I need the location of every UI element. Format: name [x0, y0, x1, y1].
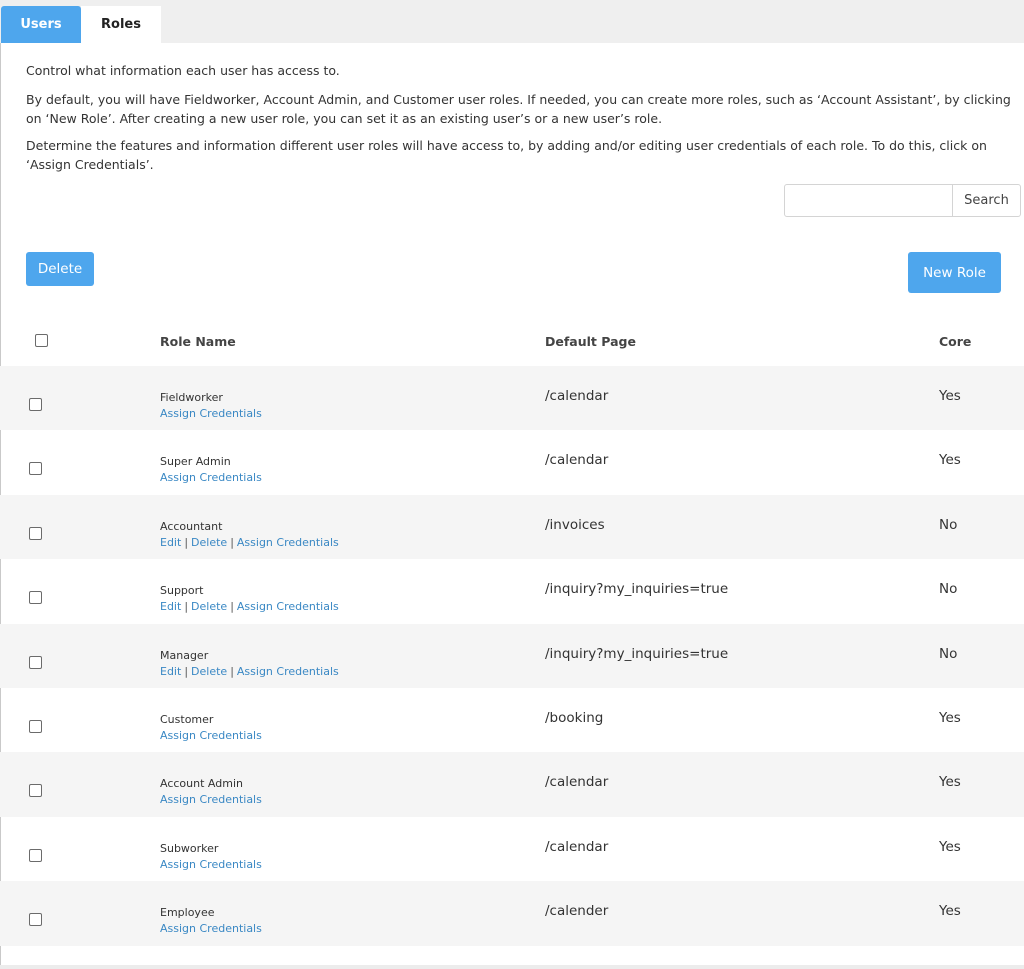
header-default-page: Default Page [545, 334, 636, 349]
search-input[interactable] [785, 185, 952, 216]
role-actions: Assign Credentials [160, 471, 262, 484]
default-page-cell: /calender [545, 903, 609, 920]
tab-bar: Users Roles [0, 0, 1024, 43]
core-cell: No [939, 645, 958, 662]
row-checkbox[interactable] [29, 655, 42, 669]
search-box: Search [784, 184, 1021, 217]
assign-credentials-link[interactable]: Assign Credentials [237, 665, 339, 678]
role-name: Account Admin [160, 777, 243, 791]
role-name: Super Admin [160, 455, 231, 469]
core-cell: Yes [939, 774, 961, 791]
edit-role-link[interactable]: Edit [160, 665, 181, 678]
action-separator: | [184, 535, 189, 549]
role-name: Customer [160, 713, 214, 726]
table-row: Subworker Assign Credentials/calendar Yes [0, 817, 1024, 881]
row-checkbox[interactable] [29, 913, 42, 927]
row-checkbox[interactable] [29, 591, 42, 605]
description-intro: Control what information each user has a… [26, 63, 340, 78]
header-core: Core [939, 334, 972, 349]
role-actions: Assign Credentials [160, 793, 262, 806]
table-row: Support Edit | Delete | Assign Credentials/in… [0, 559, 1024, 623]
action-separator: | [184, 600, 189, 614]
table-bottom-border [0, 965, 1024, 969]
role-name: Manager [160, 648, 209, 662]
row-checkbox[interactable] [29, 462, 42, 476]
table-row: Manager Edit | Delete | Assign Credentials/in… [0, 623, 1024, 688]
core-cell: Yes [939, 452, 961, 469]
role-actions: Assign Credentials [160, 729, 262, 742]
row-checkbox[interactable] [29, 848, 42, 862]
core-cell: Yes [939, 388, 961, 404]
assign-credentials-link[interactable]: Assign Credentials [160, 858, 262, 871]
description-default-roles: By default, you will have Fieldworker, A… [26, 92, 1011, 126]
default-page-cell: /calendar [545, 774, 609, 791]
action-separator: | [184, 664, 189, 678]
select-all-checkbox[interactable] [35, 334, 48, 347]
role-actions: Assign Credentials [160, 858, 262, 871]
core-cell: No [939, 581, 958, 598]
table-row: Customer Assign Credentials/booking Yes [0, 688, 1024, 752]
assign-credentials-link[interactable]: Assign Credentials [160, 407, 262, 420]
row-checkbox[interactable] [29, 526, 42, 540]
default-page-cell: /inquiry?my_inquiries=true [545, 645, 729, 662]
assign-credentials-link[interactable]: Assign Credentials [160, 471, 262, 484]
delete-role-link[interactable]: Delete [191, 536, 227, 549]
core-cell: Yes [939, 838, 961, 855]
core-cell: No [939, 516, 958, 533]
role-name: Accountant [160, 519, 223, 533]
edit-role-link[interactable]: Edit [160, 536, 181, 549]
default-page-cell: /inquiry?my_inquiries=true [545, 581, 729, 598]
assign-credentials-link[interactable]: Assign Credentials [160, 793, 262, 806]
role-name: Subworker [160, 841, 219, 855]
table-row: Accountant Edit | Delete | Assign Credentials… [0, 494, 1024, 560]
tab-roles[interactable]: Roles [81, 6, 161, 43]
delete-role-link[interactable]: Delete [191, 600, 227, 613]
core-cell: Yes [939, 903, 961, 920]
action-separator: | [230, 664, 234, 678]
assign-credentials-link[interactable]: Assign Credentials [160, 922, 262, 935]
row-checkbox[interactable] [29, 398, 42, 411]
role-actions: Edit | Delete | Assign Credentials [160, 536, 339, 549]
role-actions: Edit | Delete | Assign Credentials [160, 665, 339, 678]
role-name: Support [160, 584, 204, 598]
header-role-name: Role Name [160, 334, 236, 349]
default-page-cell: /invoices [545, 516, 605, 533]
table-header: Role Name Default Page Core [0, 318, 1024, 366]
table-row: Super Admin Assign Credentials/calendar Ye… [0, 430, 1024, 494]
role-actions: Edit | Delete | Assign Credentials [160, 600, 339, 613]
edit-role-link[interactable]: Edit [160, 600, 181, 613]
search-button[interactable]: Search [952, 185, 1020, 216]
tab-users[interactable]: Users [1, 6, 81, 43]
row-checkbox[interactable] [29, 720, 42, 733]
table-row: Employee Assign Credentials/calender Yes [0, 881, 1024, 946]
default-page-cell: /calendar [545, 452, 609, 469]
role-actions: Assign Credentials [160, 407, 262, 420]
table-row: Account Admin Assign Credentials/calendar… [0, 752, 1024, 817]
description-credentials: Determine the features and information d… [26, 138, 987, 172]
assign-credentials-link[interactable]: Assign Credentials [237, 600, 339, 613]
role-actions: Assign Credentials [160, 922, 262, 935]
table-row: Fieldworker Assign Credentials/calendar Ye… [0, 366, 1024, 431]
delete-button[interactable]: Delete [26, 252, 94, 286]
delete-role-link[interactable]: Delete [191, 665, 227, 678]
default-page-cell: /calendar [545, 388, 609, 404]
action-separator: | [230, 600, 234, 614]
role-name: Fieldworker [160, 391, 223, 404]
assign-credentials-link[interactable]: Assign Credentials [160, 729, 262, 742]
assign-credentials-link[interactable]: Assign Credentials [237, 536, 339, 549]
row-checkbox[interactable] [29, 784, 42, 798]
action-separator: | [230, 535, 234, 549]
default-page-cell: /calendar [545, 838, 609, 855]
default-page-cell: /booking [545, 710, 604, 726]
role-name: Employee [160, 906, 215, 920]
core-cell: Yes [939, 710, 961, 726]
new-role-button[interactable]: New Role [908, 252, 1001, 293]
